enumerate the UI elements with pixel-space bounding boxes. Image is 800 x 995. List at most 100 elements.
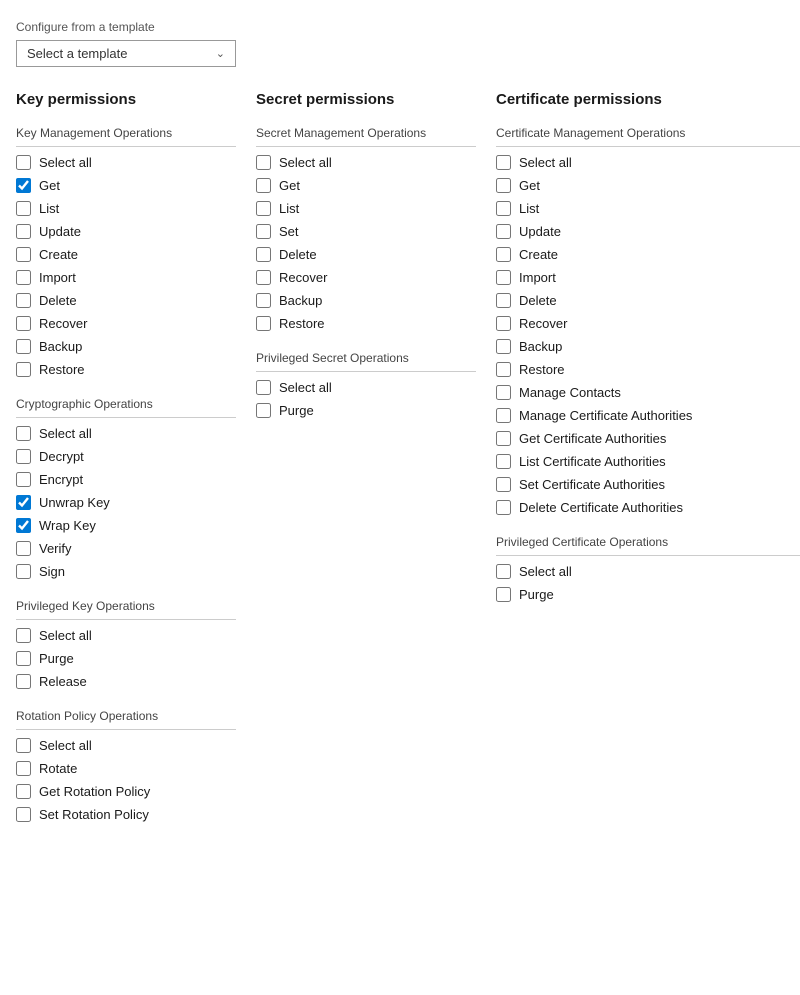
certificate-checkbox-item-0-6[interactable]: Delete (496, 293, 800, 308)
certificate-checkbox-item-1-0[interactable]: Select all (496, 564, 800, 579)
key-checkbox-0-7[interactable] (16, 316, 31, 331)
key-checkbox-0-1[interactable] (16, 178, 31, 193)
key-checkbox-item-1-3[interactable]: Unwrap Key (16, 495, 236, 510)
key-checkbox-item-2-2[interactable]: Release (16, 674, 236, 689)
secret-checkbox-item-0-2[interactable]: List (256, 201, 476, 216)
key-checkbox-item-1-5[interactable]: Verify (16, 541, 236, 556)
secret-checkbox-1-1[interactable] (256, 403, 271, 418)
certificate-checkbox-0-4[interactable] (496, 247, 511, 262)
key-checkbox-item-0-8[interactable]: Backup (16, 339, 236, 354)
key-checkbox-0-5[interactable] (16, 270, 31, 285)
key-checkbox-item-1-4[interactable]: Wrap Key (16, 518, 236, 533)
certificate-checkbox-1-1[interactable] (496, 587, 511, 602)
key-checkbox-item-0-2[interactable]: List (16, 201, 236, 216)
key-checkbox-item-1-0[interactable]: Select all (16, 426, 236, 441)
certificate-checkbox-0-1[interactable] (496, 178, 511, 193)
certificate-checkbox-0-2[interactable] (496, 201, 511, 216)
secret-checkbox-item-0-1[interactable]: Get (256, 178, 476, 193)
certificate-checkbox-item-0-7[interactable]: Recover (496, 316, 800, 331)
key-checkbox-0-6[interactable] (16, 293, 31, 308)
secret-checkbox-1-0[interactable] (256, 380, 271, 395)
secret-checkbox-item-0-0[interactable]: Select all (256, 155, 476, 170)
certificate-checkbox-item-0-9[interactable]: Restore (496, 362, 800, 377)
key-checkbox-item-2-1[interactable]: Purge (16, 651, 236, 666)
key-checkbox-item-0-0[interactable]: Select all (16, 155, 236, 170)
key-checkbox-2-2[interactable] (16, 674, 31, 689)
secret-checkbox-item-1-0[interactable]: Select all (256, 380, 476, 395)
certificate-checkbox-0-0[interactable] (496, 155, 511, 170)
key-checkbox-1-5[interactable] (16, 541, 31, 556)
secret-checkbox-item-0-4[interactable]: Delete (256, 247, 476, 262)
key-checkbox-item-1-2[interactable]: Encrypt (16, 472, 236, 487)
secret-checkbox-0-3[interactable] (256, 224, 271, 239)
secret-checkbox-0-0[interactable] (256, 155, 271, 170)
certificate-checkbox-0-15[interactable] (496, 500, 511, 515)
key-checkbox-1-2[interactable] (16, 472, 31, 487)
key-checkbox-item-0-4[interactable]: Create (16, 247, 236, 262)
certificate-checkbox-0-6[interactable] (496, 293, 511, 308)
key-checkbox-3-0[interactable] (16, 738, 31, 753)
certificate-checkbox-item-0-12[interactable]: Get Certificate Authorities (496, 431, 800, 446)
key-checkbox-item-3-1[interactable]: Rotate (16, 761, 236, 776)
certificate-checkbox-0-10[interactable] (496, 385, 511, 400)
key-checkbox-0-0[interactable] (16, 155, 31, 170)
secret-checkbox-0-4[interactable] (256, 247, 271, 262)
certificate-checkbox-0-12[interactable] (496, 431, 511, 446)
secret-checkbox-item-0-7[interactable]: Restore (256, 316, 476, 331)
certificate-checkbox-item-0-14[interactable]: Set Certificate Authorities (496, 477, 800, 492)
certificate-checkbox-item-0-5[interactable]: Import (496, 270, 800, 285)
certificate-checkbox-0-8[interactable] (496, 339, 511, 354)
certificate-checkbox-item-0-10[interactable]: Manage Contacts (496, 385, 800, 400)
certificate-checkbox-0-7[interactable] (496, 316, 511, 331)
key-checkbox-2-0[interactable] (16, 628, 31, 643)
key-checkbox-0-3[interactable] (16, 224, 31, 239)
key-checkbox-item-0-6[interactable]: Delete (16, 293, 236, 308)
key-checkbox-3-3[interactable] (16, 807, 31, 822)
certificate-checkbox-item-0-3[interactable]: Update (496, 224, 800, 239)
certificate-checkbox-0-11[interactable] (496, 408, 511, 423)
key-checkbox-3-2[interactable] (16, 784, 31, 799)
certificate-checkbox-1-0[interactable] (496, 564, 511, 579)
key-checkbox-item-0-3[interactable]: Update (16, 224, 236, 239)
key-checkbox-0-8[interactable] (16, 339, 31, 354)
key-checkbox-item-0-1[interactable]: Get (16, 178, 236, 193)
key-checkbox-item-0-7[interactable]: Recover (16, 316, 236, 331)
certificate-checkbox-0-3[interactable] (496, 224, 511, 239)
certificate-checkbox-item-0-8[interactable]: Backup (496, 339, 800, 354)
key-checkbox-item-1-1[interactable]: Decrypt (16, 449, 236, 464)
secret-checkbox-0-2[interactable] (256, 201, 271, 216)
certificate-checkbox-item-0-2[interactable]: List (496, 201, 800, 216)
key-checkbox-item-1-6[interactable]: Sign (16, 564, 236, 579)
key-checkbox-0-2[interactable] (16, 201, 31, 216)
certificate-checkbox-item-0-13[interactable]: List Certificate Authorities (496, 454, 800, 469)
key-checkbox-3-1[interactable] (16, 761, 31, 776)
secret-checkbox-item-0-3[interactable]: Set (256, 224, 476, 239)
key-checkbox-1-4[interactable] (16, 518, 31, 533)
certificate-checkbox-0-9[interactable] (496, 362, 511, 377)
key-checkbox-1-6[interactable] (16, 564, 31, 579)
key-checkbox-1-0[interactable] (16, 426, 31, 441)
secret-checkbox-0-7[interactable] (256, 316, 271, 331)
key-checkbox-0-4[interactable] (16, 247, 31, 262)
key-checkbox-2-1[interactable] (16, 651, 31, 666)
secret-checkbox-0-6[interactable] (256, 293, 271, 308)
certificate-checkbox-item-0-0[interactable]: Select all (496, 155, 800, 170)
key-checkbox-0-9[interactable] (16, 362, 31, 377)
key-checkbox-item-3-0[interactable]: Select all (16, 738, 236, 753)
certificate-checkbox-item-1-1[interactable]: Purge (496, 587, 800, 602)
certificate-checkbox-item-0-11[interactable]: Manage Certificate Authorities (496, 408, 800, 423)
key-checkbox-item-3-2[interactable]: Get Rotation Policy (16, 784, 236, 799)
certificate-checkbox-0-13[interactable] (496, 454, 511, 469)
certificate-checkbox-0-14[interactable] (496, 477, 511, 492)
template-dropdown[interactable]: Select a template ⌄ (16, 40, 236, 67)
key-checkbox-item-0-5[interactable]: Import (16, 270, 236, 285)
key-checkbox-item-2-0[interactable]: Select all (16, 628, 236, 643)
secret-checkbox-0-1[interactable] (256, 178, 271, 193)
certificate-checkbox-item-0-4[interactable]: Create (496, 247, 800, 262)
key-checkbox-item-0-9[interactable]: Restore (16, 362, 236, 377)
secret-checkbox-item-0-6[interactable]: Backup (256, 293, 476, 308)
secret-checkbox-item-0-5[interactable]: Recover (256, 270, 476, 285)
key-checkbox-1-3[interactable] (16, 495, 31, 510)
secret-checkbox-0-5[interactable] (256, 270, 271, 285)
certificate-checkbox-item-0-15[interactable]: Delete Certificate Authorities (496, 500, 800, 515)
